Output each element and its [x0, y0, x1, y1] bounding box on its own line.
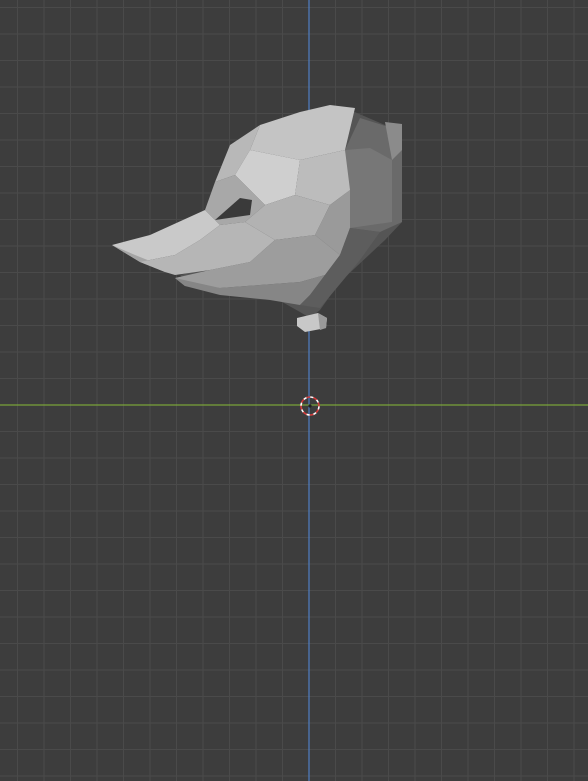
3d-viewport[interactable] — [0, 0, 588, 781]
3d-cursor-icon[interactable] — [300, 396, 320, 416]
mesh-face — [345, 148, 392, 228]
viewport-canvas[interactable] — [0, 0, 588, 781]
mesh-object[interactable] — [112, 105, 402, 332]
